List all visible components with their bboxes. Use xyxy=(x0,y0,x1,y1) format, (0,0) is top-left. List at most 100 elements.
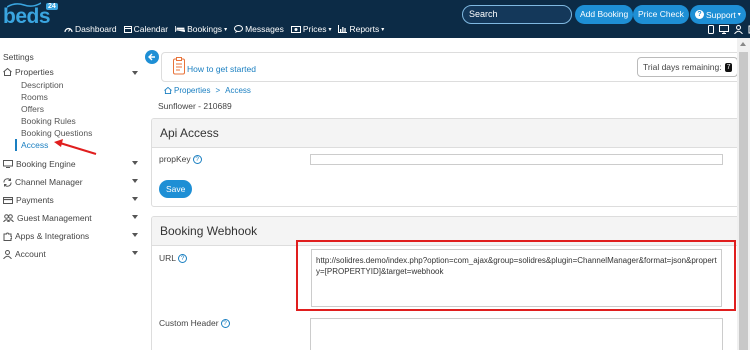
sync-icon xyxy=(3,177,12,187)
credit-card-icon xyxy=(3,196,13,204)
nav-messages[interactable]: Messages xyxy=(234,24,284,34)
home-icon xyxy=(3,68,12,76)
desktop-icon[interactable] xyxy=(719,25,729,36)
chevron-down-icon: ▾ xyxy=(224,26,228,33)
sidebar-item-payments[interactable]: Payments xyxy=(0,191,145,209)
page-scrollbar[interactable] xyxy=(737,38,750,350)
device-icons xyxy=(708,25,750,36)
breadcrumb-separator: > xyxy=(215,86,221,95)
clipboard-icon xyxy=(173,57,185,75)
nav-reports[interactable]: Reports ▾ xyxy=(338,24,384,34)
nav-label: Calendar xyxy=(133,24,169,34)
sidebar-item-account[interactable]: Account xyxy=(0,245,145,263)
sidebar-subitem-rooms[interactable]: Rooms xyxy=(0,91,145,103)
chevron-down-icon xyxy=(132,251,138,255)
users-icon xyxy=(3,214,14,222)
panel-title: Api Access xyxy=(152,119,744,148)
trial-days-count: 7 xyxy=(724,62,733,72)
chevron-down-icon: ▾ xyxy=(328,26,332,33)
sidebar-label: Guest Management xyxy=(17,213,92,223)
sidebar-label: Apps & Integrations xyxy=(15,231,90,241)
nav-dashboard[interactable]: Dashboard xyxy=(64,24,117,34)
nav-label: Dashboard xyxy=(75,24,117,34)
nav-bookings[interactable]: Bookings ▾ xyxy=(175,24,227,34)
money-icon xyxy=(290,25,301,33)
bed-icon xyxy=(175,26,185,32)
help-icon[interactable]: ? xyxy=(178,253,188,263)
chevron-down-icon xyxy=(132,233,138,237)
highlight-annotation-box xyxy=(296,240,736,311)
sidebar-heading: Settings xyxy=(3,52,34,62)
add-booking-button[interactable]: Add Booking xyxy=(575,5,634,24)
propkey-label: propKey ? xyxy=(159,154,202,164)
custom-header-textarea[interactable] xyxy=(310,318,723,350)
nav-label: Prices xyxy=(302,24,327,34)
price-check-button[interactable]: Price Check xyxy=(633,5,689,24)
main-nav: Dashboard Calendar Bookings ▾ Messages P… xyxy=(64,24,391,34)
sidebar-label: Account xyxy=(15,249,46,259)
mobile-icon[interactable] xyxy=(708,25,714,36)
scrollbar-thumb[interactable] xyxy=(739,52,748,350)
sidebar-item-properties[interactable]: Properties xyxy=(0,65,145,79)
collapse-sidebar-button[interactable] xyxy=(145,50,159,64)
messages-icon xyxy=(234,25,244,33)
sidebar-subitem-booking-rules[interactable]: Booking Rules xyxy=(0,115,145,127)
sidebar-subitem-offers[interactable]: Offers xyxy=(0,103,145,115)
home-icon xyxy=(164,87,172,94)
user-icon xyxy=(3,249,12,259)
logo-text: beds xyxy=(3,5,51,28)
chevron-down-icon xyxy=(132,71,138,75)
chevron-down-icon: ▾ xyxy=(737,12,741,18)
sidebar-subitem-description[interactable]: Description xyxy=(0,79,145,91)
chevron-down-icon xyxy=(132,179,138,183)
property-name: Sunflower - 210689 xyxy=(158,101,232,111)
sidebar-item-channel-manager[interactable]: Channel Manager xyxy=(0,173,145,191)
help-icon[interactable]: ? xyxy=(220,318,230,328)
url-label: URL ? xyxy=(159,253,188,263)
nav-label: Reports xyxy=(349,24,380,34)
help-banner: How to get started Trial days remaining:… xyxy=(161,52,741,82)
custom-header-label: Custom Header ? xyxy=(159,318,230,328)
search-input[interactable]: Search xyxy=(462,5,572,24)
logo-superscript: 24 xyxy=(46,3,58,10)
monitor-icon xyxy=(3,160,13,168)
support-button[interactable]: ? Support ▾ xyxy=(690,5,746,24)
nav-calendar[interactable]: Calendar xyxy=(123,24,169,34)
beds24-logo[interactable]: beds 24 xyxy=(3,2,58,28)
arrow-left-icon xyxy=(148,53,155,61)
chevron-down-icon xyxy=(132,215,138,219)
top-navbar: beds 24 Dashboard Calendar Bookings ▾ Me… xyxy=(0,0,750,38)
sidebar-label: Payments xyxy=(16,195,54,205)
sidebar-subitem-booking-questions[interactable]: Booking Questions xyxy=(0,127,145,139)
sidebar-label: Booking Engine xyxy=(16,159,76,169)
sidebar-item-guest-management[interactable]: Guest Management xyxy=(0,209,145,227)
nav-prices[interactable]: Prices ▾ xyxy=(290,24,332,34)
dashboard-icon xyxy=(64,27,73,33)
chevron-down-icon xyxy=(132,197,138,201)
breadcrumb-access[interactable]: Access xyxy=(225,86,251,95)
user-icon[interactable] xyxy=(734,25,743,36)
trial-days-badge: Trial days remaining: 7 xyxy=(637,57,739,77)
breadcrumb-properties[interactable]: Properties xyxy=(174,86,210,95)
sidebar-label: Properties xyxy=(15,67,54,77)
custom-header-label-text: Custom Header xyxy=(159,318,219,328)
calendar-icon xyxy=(123,26,132,33)
url-label-text: URL xyxy=(159,253,177,263)
nav-label: Bookings xyxy=(187,24,223,34)
chart-icon xyxy=(338,25,348,33)
sidebar-item-booking-engine[interactable]: Booking Engine xyxy=(0,155,145,173)
nav-label: Messages xyxy=(245,24,284,34)
breadcrumb: Properties > Access xyxy=(164,86,251,95)
support-label: Support xyxy=(706,9,736,20)
propkey-input[interactable] xyxy=(310,154,723,165)
sidebar-item-apps-integrations[interactable]: Apps & Integrations xyxy=(0,227,145,245)
scroll-up-icon[interactable] xyxy=(740,42,746,46)
sidebar-label: Channel Manager xyxy=(15,177,83,187)
sidebar: Settings Properties Description Rooms Of… xyxy=(0,52,145,263)
puzzle-icon xyxy=(3,232,12,241)
save-button[interactable]: Save xyxy=(159,180,193,198)
chevron-down-icon xyxy=(132,161,138,165)
how-to-get-started-link[interactable]: How to get started xyxy=(187,64,256,74)
trial-label: Trial days remaining: xyxy=(643,62,722,72)
help-icon[interactable]: ? xyxy=(192,154,202,164)
